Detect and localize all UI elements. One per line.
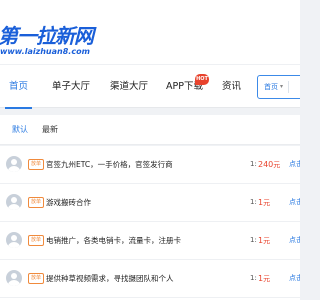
site-logo-url: www.laizhuan8.com <box>0 47 90 56</box>
list-item-ratio: 1: <box>250 160 257 168</box>
nav-item-order-hall[interactable]: 单子大厅 <box>52 65 90 109</box>
view-button[interactable]: 点击 <box>289 146 300 183</box>
nav-item-channel-hall[interactable]: 渠道大厅 <box>110 65 148 109</box>
site-logo[interactable]: 第一拉新网 <box>0 20 94 49</box>
list-item-ratio: 1: <box>250 198 257 206</box>
list-item[interactable]: 放单 官签九州ETC，一手价格，官签发行商 1: 240元 点击 <box>0 146 300 184</box>
view-button[interactable]: 点击 <box>289 260 300 297</box>
status-badge: 放单 <box>28 273 45 284</box>
header: 第一拉新网 www.laizhuan8.com <box>0 0 300 64</box>
list-item-title[interactable]: 电销推广，各类电销卡，流量卡，注册卡 <box>46 222 181 259</box>
list-item[interactable]: 放单 提供种草视频需求，寻找摄团队和个人 1: 1元 点击 <box>0 260 300 298</box>
order-list: 放单 官签九州ETC，一手价格，官签发行商 1: 240元 点击 放单 游戏搬砖… <box>0 146 300 300</box>
view-button[interactable]: 点击 <box>289 184 300 221</box>
page: 第一拉新网 www.laizhuan8.com 首页 单子大厅 渠道大厅 APP… <box>0 0 300 300</box>
status-badge: 放单 <box>28 197 45 208</box>
list-item-title[interactable]: 官签九州ETC，一手价格，官签发行商 <box>46 146 173 183</box>
nav-item-home[interactable]: 首页 <box>4 65 33 109</box>
nav-item-news[interactable]: 资讯 <box>222 65 241 109</box>
status-badge: 放单 <box>28 159 45 170</box>
list-item[interactable]: 放单 电销推广，各类电销卡，流量卡，注册卡 1: 1元 点击 <box>0 222 300 260</box>
list-item-price: 240元 <box>258 146 280 184</box>
main-nav: 首页 单子大厅 渠道大厅 APP下载 HOT 资讯 <box>0 64 300 109</box>
status-badge: 放单 <box>28 235 45 246</box>
avatar <box>6 156 22 172</box>
nav-item-app-download[interactable]: APP下载 <box>166 65 203 109</box>
search-category-select[interactable]: 首页 <box>264 76 278 98</box>
list-item-ratio: 1: <box>250 236 257 244</box>
price-unit: 元 <box>263 275 271 283</box>
avatar <box>6 232 22 248</box>
search-divider <box>288 81 289 93</box>
list-item-title[interactable]: 提供种草视频需求，寻找摄团队和个人 <box>46 260 174 297</box>
list-item-price: 1元 <box>258 260 270 298</box>
price-value: 240 <box>258 160 274 169</box>
list-item-title[interactable]: 游戏搬砖合作 <box>46 184 91 221</box>
list-item-ratio: 1: <box>250 274 257 282</box>
price-unit: 元 <box>263 199 271 207</box>
avatar <box>6 270 22 286</box>
view-button[interactable]: 点击 <box>289 222 300 259</box>
tab-default[interactable]: 默认 <box>12 115 28 145</box>
list-item[interactable]: 放单 游戏搬砖合作 1: 1元 点击 <box>0 184 300 222</box>
chevron-down-icon: ▾ <box>280 83 284 90</box>
hot-badge: HOT <box>195 74 209 85</box>
search-box[interactable]: 首页 ▾ <box>257 75 300 99</box>
list-item-price: 1元 <box>258 184 270 222</box>
sort-tabs: 默认 最新 <box>0 115 300 145</box>
list-item-price: 1元 <box>258 222 270 260</box>
price-unit: 元 <box>263 237 271 245</box>
price-unit: 元 <box>273 161 281 169</box>
tab-latest[interactable]: 最新 <box>42 115 58 145</box>
avatar <box>6 194 22 210</box>
